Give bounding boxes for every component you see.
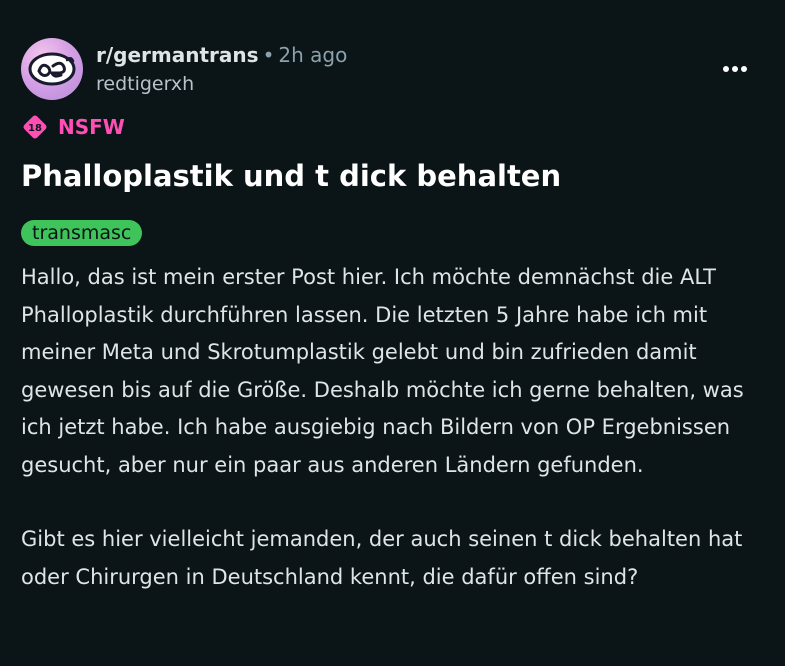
- post-flair[interactable]: transmasc: [21, 220, 143, 246]
- nsfw-label: NSFW: [58, 115, 125, 139]
- nsfw-tag: 18 NSFW: [22, 114, 125, 140]
- post-meta: r/germantrans • 2h ago redtigerxh: [96, 43, 347, 96]
- community-avatar-icon: [28, 52, 76, 86]
- meta-separator: •: [262, 43, 275, 67]
- post-paragraph: Gibt es hier vielleicht jemanden, der au…: [21, 527, 743, 589]
- subreddit-link[interactable]: r/germantrans: [96, 43, 259, 67]
- community-avatar[interactable]: [21, 38, 83, 100]
- more-options-button[interactable]: [718, 52, 752, 86]
- post-body: Hallo, das ist mein erster Post hier. Ic…: [21, 259, 771, 596]
- post-card: r/germantrans • 2h ago redtigerxh 18 NSFW …: [0, 0, 785, 666]
- post-time: 2h ago: [278, 43, 348, 67]
- post-header: r/germantrans • 2h ago redtigerxh: [21, 38, 766, 102]
- author-link[interactable]: redtigerxh: [96, 72, 347, 96]
- nsfw-badge-text: 18: [28, 123, 42, 134]
- more-options-icon: [723, 66, 747, 72]
- post-paragraph: Hallo, das ist mein erster Post hier. Ic…: [21, 265, 744, 477]
- post-title[interactable]: Phalloplastik und t dick behalten: [21, 154, 766, 198]
- subreddit-line: r/germantrans • 2h ago: [96, 43, 347, 67]
- nsfw-icon: 18: [22, 114, 48, 140]
